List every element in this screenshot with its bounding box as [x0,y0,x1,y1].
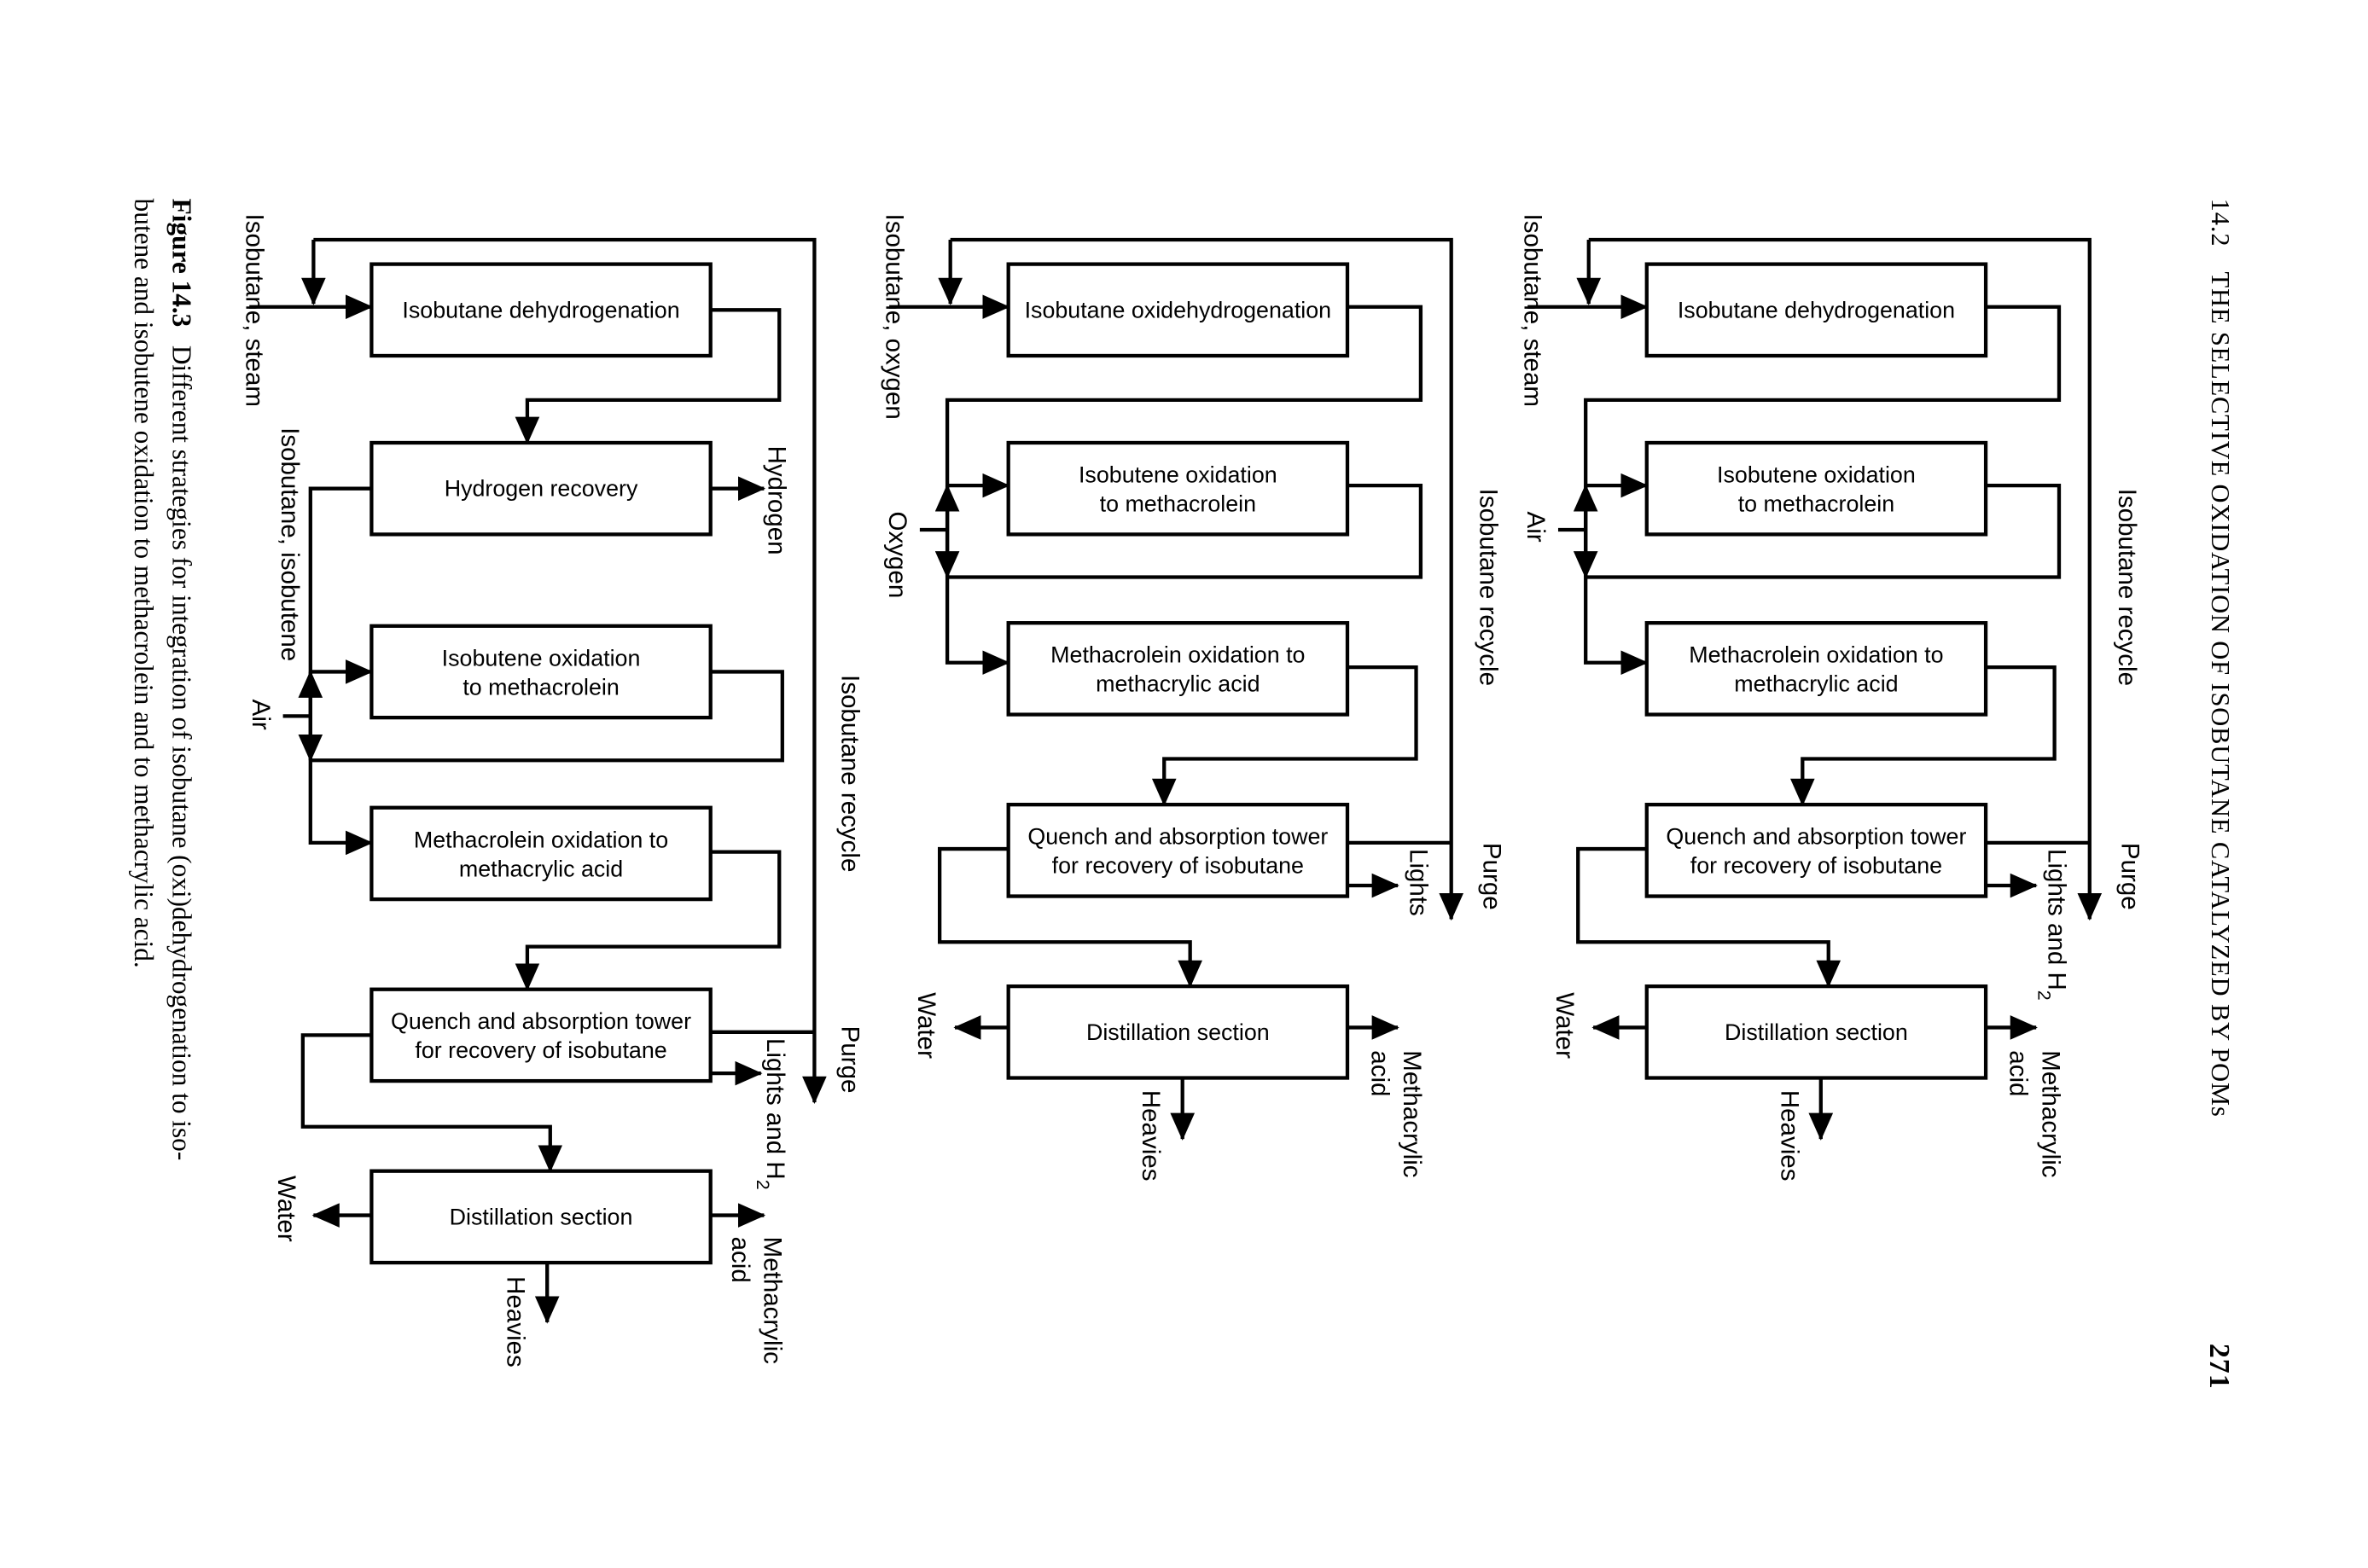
process-box-label: Isobutane dehydrogenation [1678,297,1955,322]
process-box-label: Distillation section [450,1204,633,1229]
lights-label: Lights and H2 [753,1038,789,1190]
process-box-label: to methacrolein [1738,491,1894,517]
process-box-label: Quench and absorption tower [391,1008,691,1034]
product-label: acid [1366,1050,1394,1096]
process-box: Distillation section [369,1169,713,1265]
section-number: 14.2 [2206,199,2235,247]
oxidant-label: Air [1521,512,1550,543]
water-label: Water [272,1176,300,1242]
flow-line [308,486,374,856]
process-diagram-2: Isobutane oxidehydrogenation Isobutene ox… [881,214,1506,1182]
feed-label: Isobutane, steam [1519,214,1547,407]
process-box-label: methacrylic acid [459,856,623,881]
process-box-label: Distillation section [1086,1019,1270,1045]
recycle-label: Isobutane recycle [1475,489,1503,686]
process-box-label: Isobutane oxidehydrogenation [1025,297,1331,322]
process-box-outline [1644,440,1988,537]
feed-label: Isobutane, steam [241,214,269,407]
chapter-title: THE SELECTIVE OXIDATION OF ISOBUTANE CAT… [2206,272,2235,1118]
product-label: acid [2004,1050,2033,1096]
process-box: Distillation section [1006,984,1350,1080]
figure-caption: Figure 14.3Different strategies for inte… [129,199,197,1161]
process-box-outline [369,624,713,720]
oxidant-label: Oxygen [883,512,911,599]
process-box: Methacrolein oxidation to methacrylic aci… [1006,621,1350,717]
process-box-outline [1006,440,1350,537]
process-box-label: Isobutene oxidation [1079,462,1277,488]
process-box-label: Isobutene oxidation [1717,462,1916,488]
process-box-label: to methacrolein [463,674,619,700]
process-box-label: Hydrogen recovery [445,476,638,502]
process-box: Isobutene oxidation to methacrolein [369,624,713,720]
lights-label: Lights [1404,849,1432,916]
process-box: Isobutene oxidation to methacrolein [1006,440,1350,537]
book-page: 14.2 THE SELECTIVE OXIDATION OF ISOBUTAN… [129,199,2235,1390]
water-label: Water [912,992,940,1059]
process-box: Isobutane oxidehydrogenation [1006,262,1350,358]
caption-line-2: butene and isobutene oxidation to methac… [129,199,159,968]
recycle-label: Isobutane recycle [836,675,864,872]
process-box-outline [369,987,713,1083]
process-diagram-3: Isobutane dehydrogenation Hydrogen recove… [241,214,864,1368]
process-box-outline [1006,621,1350,717]
process-box: Isobutane dehydrogenation [1644,262,1988,358]
product-label: Methacrylic [1398,1050,1426,1177]
process-box-label: Methacrolein oxidation to [1050,642,1305,668]
process-box-outline [1644,803,1988,898]
process-box-label: to methacrolein [1100,491,1256,517]
process-box: Hydrogen recovery [369,440,713,537]
process-box-label: for recovery of isobutane [415,1037,666,1063]
purge-label: Purge [1477,843,1505,910]
process-box: Quench and absorption tower for recovery … [1644,803,1988,898]
process-box-label: Distillation section [1725,1019,1908,1045]
product-label: Methacrylic [2036,1050,2064,1177]
process-box: Distillation section [1644,984,1988,1080]
process-box-label: for recovery of isobutane [1052,853,1304,879]
feed-label: Isobutane, oxygen [881,214,909,420]
process-box-label: Methacrolein oxidation to [1689,642,1943,668]
process-box: Isobutane dehydrogenation [369,262,713,358]
process-box-outline [369,805,713,902]
process-box: Methacrolein oxidation to methacrylic aci… [369,805,713,902]
process-box-label: methacrylic acid [1096,671,1260,697]
process-box: Isobutene oxidation to methacrolein [1644,440,1988,537]
process-box-label: for recovery of isobutane [1690,853,1942,879]
water-label: Water [1551,992,1579,1059]
purge-label: Purge [2115,843,2144,910]
process-box-label: Quench and absorption tower [1666,824,1966,850]
purge-label: Purge [836,1026,864,1094]
process-box: Quench and absorption tower for recovery … [1006,803,1350,898]
process-box: Quench and absorption tower for recovery … [369,987,713,1083]
heavies-label: Heavies [1137,1090,1165,1182]
process-box-label: Quench and absorption tower [1027,824,1328,850]
heavies-label: Heavies [502,1276,530,1368]
process-box-outline [1006,803,1350,898]
process-box: Methacrolein oxidation to methacrylic aci… [1644,621,1988,717]
process-box-label: Methacrolein oxidation to [414,827,668,852]
product-label: Methacrylic [758,1237,786,1364]
recycle-label: Isobutane recycle [2113,489,2141,686]
running-header: 14.2 THE SELECTIVE OXIDATION OF ISOBUTAN… [2203,199,2235,1390]
heavies-label: Heavies [1775,1090,1803,1182]
process-box-label: Isobutane dehydrogenation [402,297,679,322]
intermediate-label: Isobutane, isobutene [276,427,304,661]
caption-line-1: Figure 14.3Different strategies for inte… [167,199,197,1161]
page-number: 271 [2203,1344,2235,1390]
process-box-label: methacrylic acid [1734,671,1898,697]
process-diagram-1: Isobutane dehydrogenation Isobutene oxida… [1519,214,2144,1182]
hydrogen-label: Hydrogen [763,446,791,555]
figure-label: Figure 14.3 [167,199,197,328]
process-box-outline [1644,621,1988,717]
product-label: acid [726,1237,754,1283]
lights-label: Lights and H2 [2033,849,2070,1001]
oxidant-label: Air [247,700,275,730]
process-box-label: Isobutene oxidation [442,645,641,671]
